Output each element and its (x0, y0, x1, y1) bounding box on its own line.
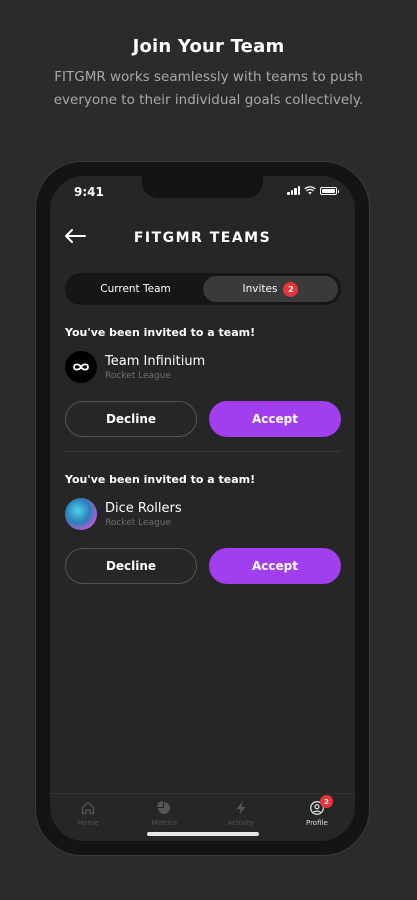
tab-metrics-label: Metrics (151, 819, 178, 827)
tab-home[interactable]: Home (58, 800, 118, 841)
invites-count-badge: 2 (283, 281, 299, 297)
segmented-control: Current Team Invites 2 (65, 273, 341, 305)
tab-home-label: Home (77, 819, 99, 827)
app-screen: 9:41 FITGMR TEAMS Current Team Invites 2 (50, 176, 355, 841)
home-indicator (147, 832, 259, 836)
team-game: Rocket League (105, 517, 171, 528)
promo-title: Join Your Team (132, 36, 285, 57)
signal-icon (287, 186, 300, 195)
team-name: Dice Rollers (105, 500, 182, 516)
promo-subtitle: FITGMR works seamlessly with teams to pu… (53, 69, 364, 108)
invite-message: You've been invited to a team! (65, 473, 256, 486)
notch (142, 176, 263, 198)
profile-badge: 2 (319, 795, 333, 808)
wifi-icon (304, 186, 316, 195)
phone-frame: 9:41 FITGMR TEAMS Current Team Invites 2 (36, 162, 369, 855)
dice-rollers-logo-icon (65, 498, 97, 530)
team-row: Team Infinitium Rocket League (65, 351, 341, 383)
tab-current-team[interactable]: Current Team (68, 276, 203, 302)
tab-invites[interactable]: Invites 2 (203, 276, 338, 302)
invite-card: You've been invited to a team! Team Infi… (65, 326, 341, 437)
invite-message: You've been invited to a team! (65, 326, 256, 339)
accept-button[interactable]: Accept (209, 548, 341, 584)
tab-activity-label: Activity (227, 819, 254, 827)
status-time: 9:41 (74, 185, 104, 199)
invite-card: You've been invited to a team! Dice Roll… (65, 473, 341, 584)
status-icons (287, 186, 339, 195)
team-name: Team Infinitium (105, 353, 206, 369)
decline-button[interactable]: Decline (65, 401, 197, 437)
decline-button[interactable]: Decline (65, 548, 197, 584)
home-icon (81, 801, 95, 815)
team-game: Rocket League (105, 370, 171, 381)
battery-icon (320, 186, 339, 195)
divider (65, 451, 341, 452)
tab-current-team-label: Current Team (100, 283, 171, 295)
infinity-logo-icon (65, 351, 97, 383)
tab-profile[interactable]: 2 Profile (287, 795, 347, 841)
pie-chart-icon (157, 801, 171, 814)
tab-profile-label: Profile (305, 819, 328, 827)
accept-button[interactable]: Accept (209, 401, 341, 437)
lightning-icon (236, 801, 246, 815)
team-row: Dice Rollers Rocket League (65, 498, 341, 530)
page-title: FITGMR TEAMS (133, 230, 272, 246)
tab-invites-label: Invites (242, 283, 278, 295)
